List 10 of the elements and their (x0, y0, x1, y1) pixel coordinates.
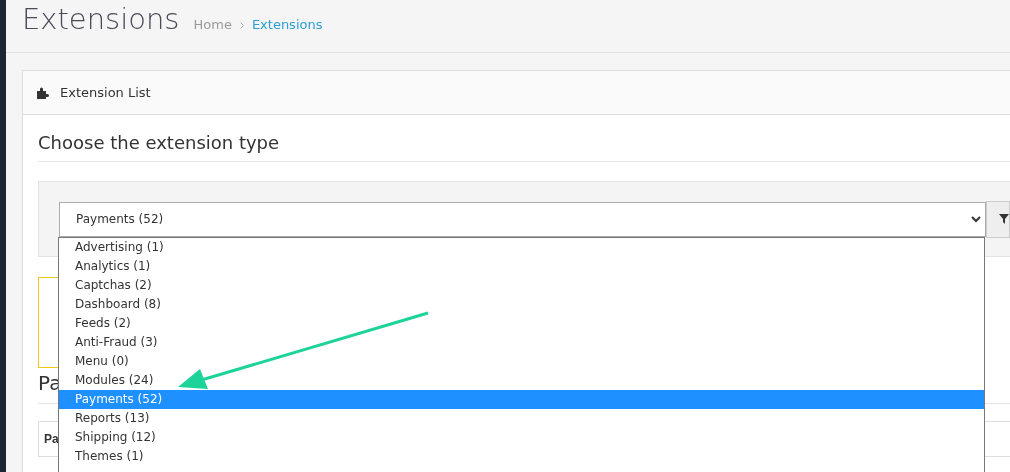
column-header: Pa (44, 432, 59, 446)
puzzle-icon (37, 86, 50, 99)
extension-type-select[interactable]: Payments (52) (59, 201, 986, 237)
chevron-right-icon (239, 22, 244, 29)
page-title: Extensions (22, 2, 180, 36)
filter-button[interactable] (986, 200, 1010, 238)
chevron-down-icon (971, 215, 981, 223)
filter-icon (999, 214, 1009, 224)
panel-title: Extension List (60, 85, 151, 100)
section-heading: Choose the extension type (38, 115, 1010, 162)
